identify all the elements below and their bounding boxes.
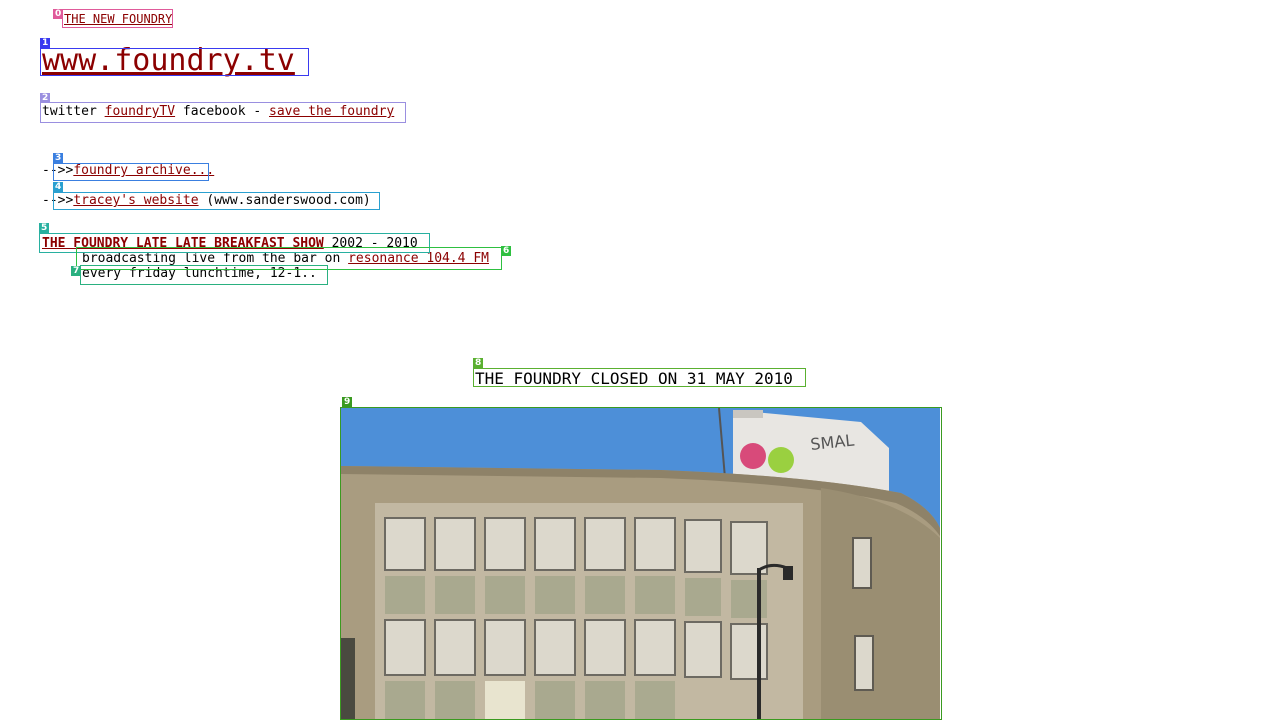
show-title-row: THE FOUNDRY LATE LATE BREAKFAST SHOW 200… xyxy=(42,236,418,251)
annotation-tag: 5 xyxy=(39,223,50,233)
foundry-archive-link[interactable]: foundry archive... xyxy=(73,163,214,178)
twitter-handle-link[interactable]: foundryTV xyxy=(105,104,175,119)
facebook-label: facebook xyxy=(182,104,246,119)
archive-row: -->>foundry archive... xyxy=(42,163,214,178)
site-title: www.foundry.tv xyxy=(42,43,295,78)
broadcast-text: broadcasting live from the bar on xyxy=(82,251,349,266)
annotation-tag: 3 xyxy=(53,153,64,163)
tracey-row: -->>tracey's website (www.sanderswood.co… xyxy=(42,193,371,208)
new-foundry-link[interactable]: THE NEW FOUNDRY xyxy=(64,12,172,26)
annotation-tag: 2 xyxy=(40,93,51,103)
foundry-building-photo: SMAL xyxy=(341,408,940,720)
save-the-foundry-link[interactable]: save the foundry xyxy=(269,104,394,119)
annotation-tag: 8 xyxy=(473,358,484,368)
show-title-link[interactable]: THE FOUNDRY LATE LATE BREAKFAST SHOW xyxy=(42,236,324,251)
separator: - xyxy=(253,104,262,119)
site-title-link[interactable]: www.foundry.tv xyxy=(42,43,295,78)
arrow-prefix: -->> xyxy=(42,193,74,208)
social-links: twitter foundryTV facebook - save the fo… xyxy=(42,104,394,119)
broadcast-row: broadcasting live from the bar on resona… xyxy=(82,251,489,266)
tracey-url-text: (www.sanderswood.com) xyxy=(198,193,371,208)
arrow-prefix: -->> xyxy=(42,163,74,178)
top-nav: THE NEW FOUNDRY xyxy=(64,12,172,26)
annotation-tag: 4 xyxy=(53,182,64,192)
annotation-tag: 9 xyxy=(342,397,353,407)
annotation-tag: 7 xyxy=(71,266,82,276)
twitter-label: twitter xyxy=(42,104,97,119)
closed-notice: THE FOUNDRY CLOSED ON 31 MAY 2010 xyxy=(475,369,793,388)
resonance-fm-link[interactable]: resonance 104.4 FM xyxy=(348,251,489,266)
annotation-tag: 6 xyxy=(501,246,512,256)
annotation-tag: 0 xyxy=(53,9,64,19)
schedule-text: every friday lunchtime, 12-1.. xyxy=(82,266,317,281)
show-years: 2002 - 2010 xyxy=(323,236,418,251)
tracey-website-link[interactable]: tracey's website xyxy=(73,193,198,208)
